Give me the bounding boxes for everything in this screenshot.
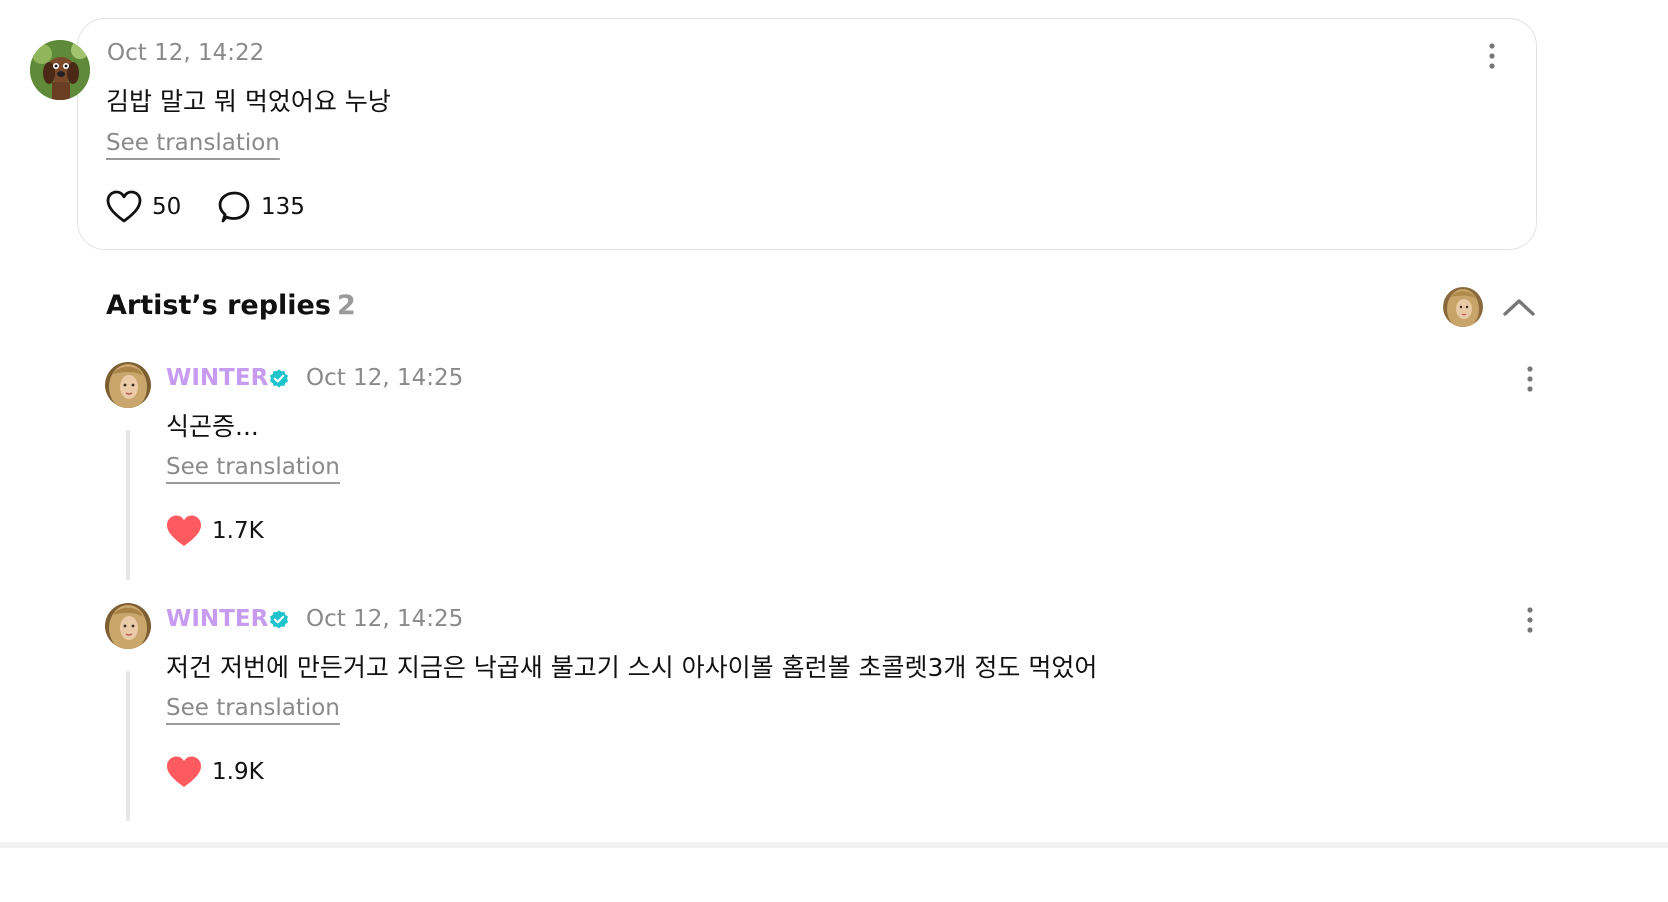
artist-replies-title: Artist’s replies bbox=[106, 290, 331, 321]
chat-bubble-icon bbox=[218, 191, 250, 223]
fan-avatar-image bbox=[30, 40, 90, 100]
artist-name[interactable]: WINTER bbox=[166, 606, 268, 632]
artist-name[interactable]: WINTER bbox=[166, 365, 268, 391]
post-like-button[interactable]: 50 bbox=[106, 190, 181, 224]
artist-avatar-image bbox=[105, 362, 151, 408]
more-vertical-icon bbox=[1527, 366, 1533, 392]
heart-outline-icon bbox=[106, 190, 142, 223]
artist-replies-count: 2 bbox=[336, 290, 356, 321]
reply-more-options-button[interactable] bbox=[1518, 606, 1542, 634]
verified-badge-icon bbox=[270, 610, 288, 629]
artist-reply-item: WINTER Oct 12, 14:25 식곤증... See translat… bbox=[0, 362, 1668, 582]
reply-see-translation-link[interactable]: See translation bbox=[166, 454, 340, 480]
post-see-translation-link[interactable]: See translation bbox=[106, 130, 280, 156]
collapse-replies-button[interactable] bbox=[1500, 292, 1538, 322]
artist-reply-item: WINTER Oct 12, 14:25 저건 저번에 만든거고 지금은 낙곱새… bbox=[0, 603, 1668, 823]
section-divider bbox=[0, 842, 1668, 848]
heart-filled-icon bbox=[167, 756, 201, 787]
reply-like-button[interactable]: 1.7K bbox=[166, 514, 264, 548]
artist-avatar-image bbox=[105, 603, 151, 649]
artist-avatar[interactable] bbox=[105, 603, 151, 649]
reply-like-button[interactable]: 1.9K bbox=[166, 755, 264, 789]
reply-timestamp: Oct 12, 14:25 bbox=[306, 365, 464, 391]
reply-body-text: 식곤증... bbox=[166, 412, 259, 441]
chevron-up-icon bbox=[1503, 299, 1535, 316]
post-timestamp: Oct 12, 14:22 bbox=[107, 40, 265, 66]
post-more-options-button[interactable] bbox=[1480, 42, 1504, 70]
more-vertical-icon bbox=[1527, 607, 1533, 633]
artist-replies-heading: Artist’s replies 2 bbox=[106, 290, 356, 321]
comment-thread-view: Oct 12, 14:22 김밥 말고 뭐 먹었어요 누낭 See transl… bbox=[0, 0, 1668, 902]
fan-avatar[interactable] bbox=[30, 40, 90, 100]
verified-badge-icon bbox=[270, 369, 288, 388]
reply-see-translation-link[interactable]: See translation bbox=[166, 695, 340, 721]
reply-timestamp: Oct 12, 14:25 bbox=[306, 606, 464, 632]
reply-thread-line bbox=[126, 671, 130, 821]
reply-thread-line bbox=[126, 430, 130, 580]
post-comment-button[interactable]: 135 bbox=[217, 190, 305, 224]
post-body-text: 김밥 말고 뭐 먹었어요 누낭 bbox=[106, 87, 391, 116]
more-vertical-icon bbox=[1489, 43, 1495, 69]
reply-more-options-button[interactable] bbox=[1518, 365, 1542, 393]
reply-body-text: 저건 저번에 만든거고 지금은 낙곱새 불고기 스시 아사이볼 홈런볼 초콜렛3… bbox=[166, 653, 1098, 682]
artist-avatar-small[interactable] bbox=[1443, 287, 1483, 327]
heart-filled-icon bbox=[167, 515, 201, 546]
post-like-count: 50 bbox=[152, 194, 182, 220]
post-comment-count: 135 bbox=[261, 194, 305, 220]
artist-avatar[interactable] bbox=[105, 362, 151, 408]
reply-like-count: 1.7K bbox=[212, 518, 264, 544]
reply-like-count: 1.9K bbox=[212, 759, 264, 785]
artist-avatar-image bbox=[1443, 287, 1483, 327]
